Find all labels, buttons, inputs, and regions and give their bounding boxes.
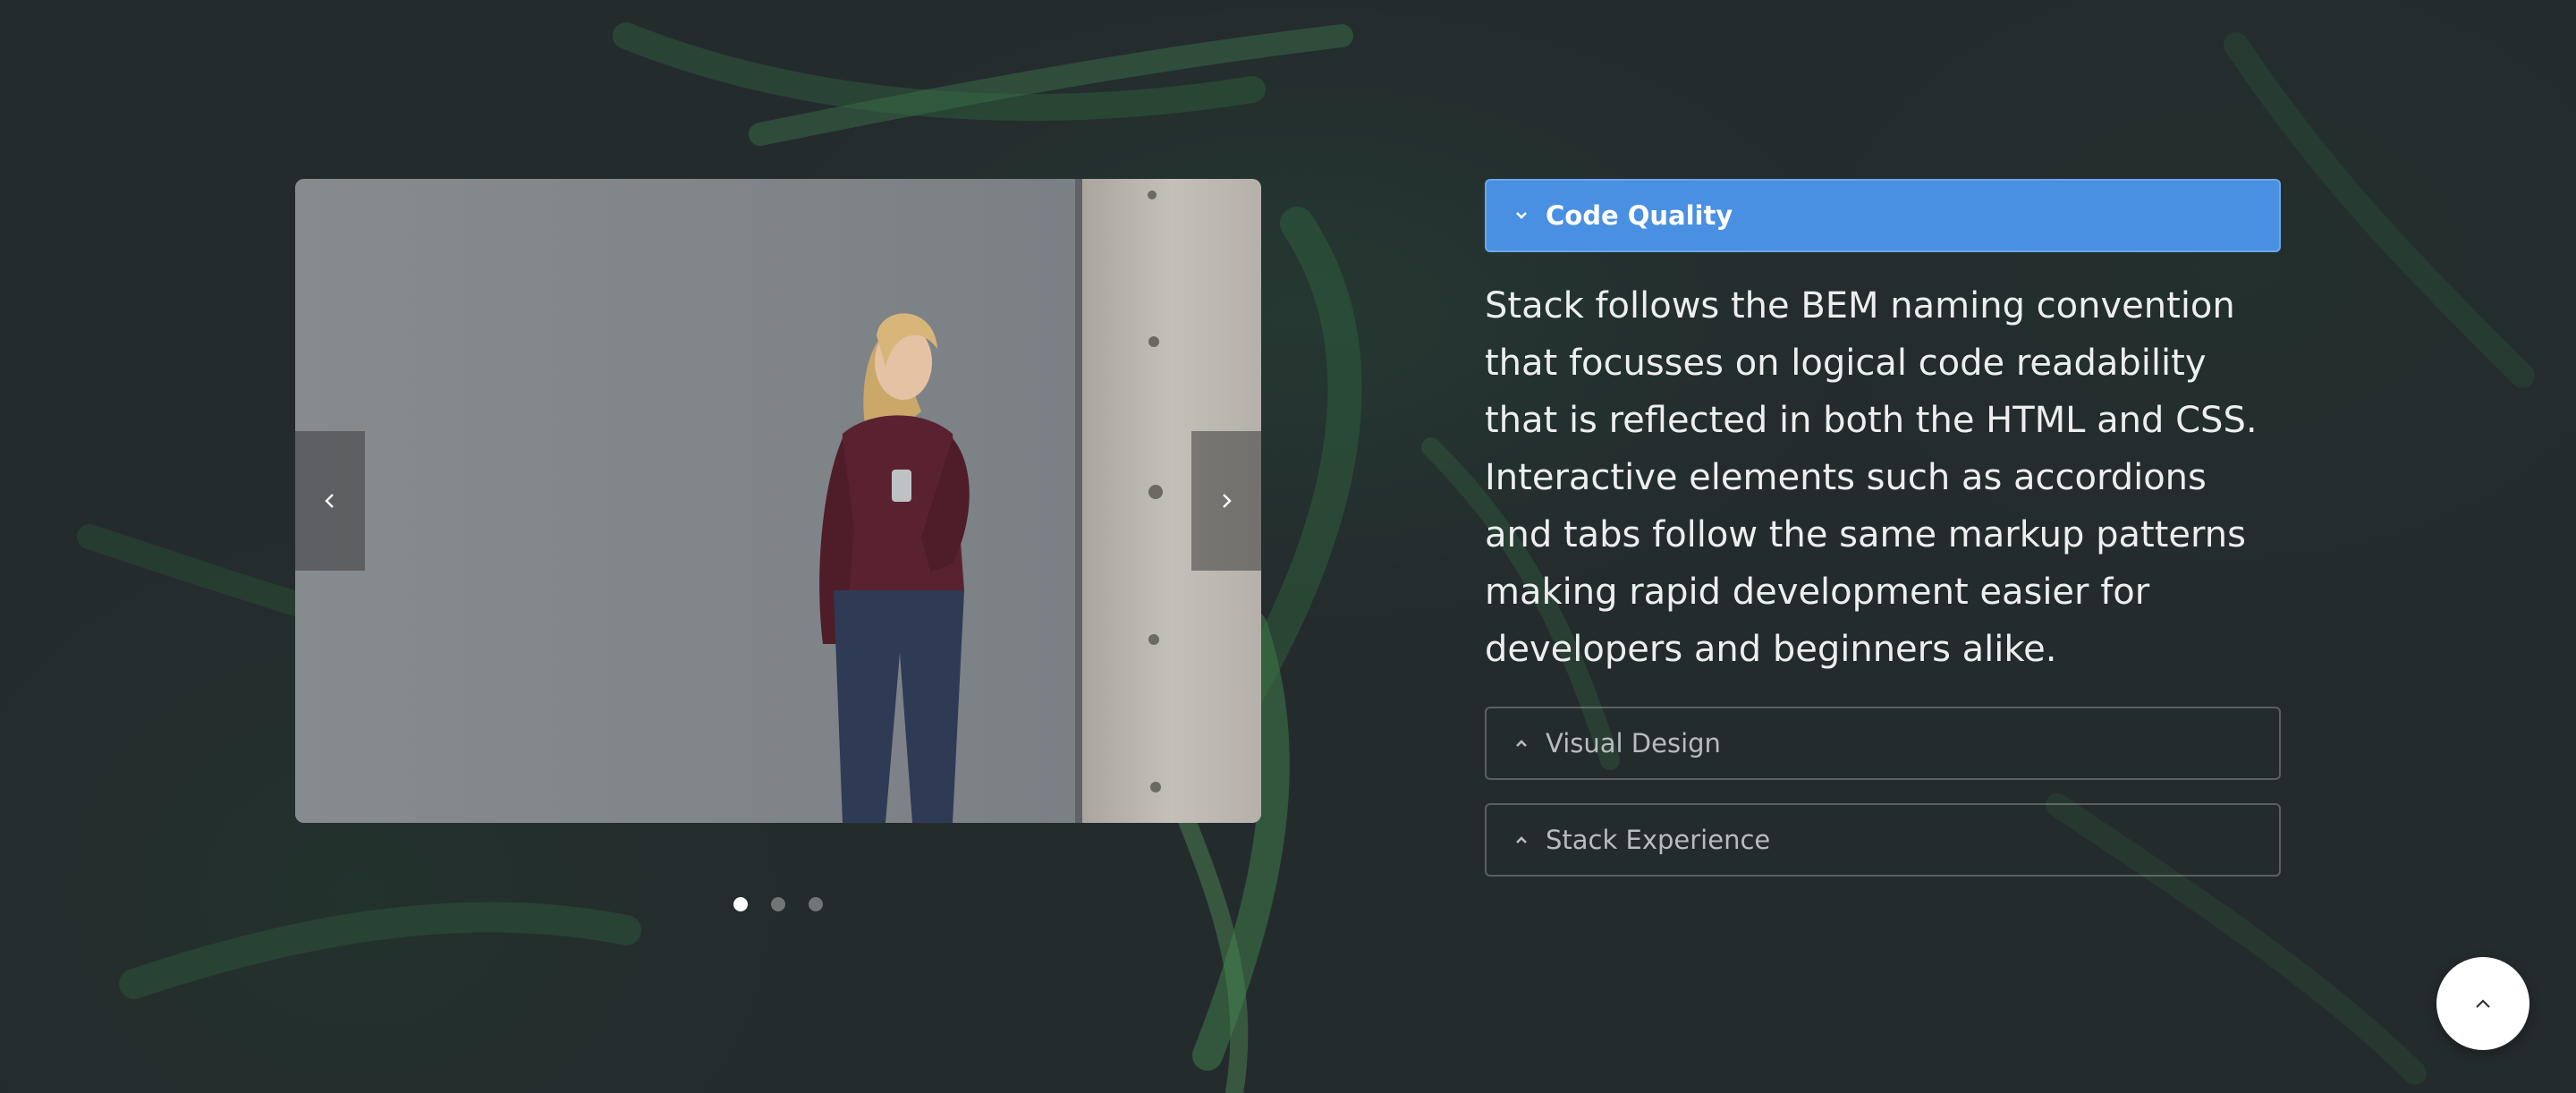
accordion-content: Stack follows the BEM naming convention … [1485, 285, 2258, 670]
slider-dot-2[interactable] [771, 897, 785, 911]
slider-dot-1[interactable] [733, 897, 748, 911]
chevron-up-icon [1510, 732, 1533, 755]
slider-dot-3[interactable] [809, 897, 823, 911]
accordion-item-visual-design: Visual Design [1485, 707, 2281, 780]
accordion-title-stack-experience[interactable]: Stack Experience [1485, 803, 2281, 877]
accordion: Code Quality Stack follows the BEM namin… [1485, 179, 2281, 900]
chevron-up-icon [1510, 828, 1533, 852]
chevron-right-icon [1223, 494, 1232, 508]
slider-prev-button[interactable] [295, 431, 365, 571]
accordion-title-visual-design[interactable]: Visual Design [1485, 707, 2281, 780]
image-slider[interactable] [295, 179, 1261, 823]
slider-pagination [733, 897, 823, 911]
accordion-title-label: Code Quality [1546, 200, 1733, 231]
chevron-up-icon [2476, 999, 2490, 1008]
slide-photo-woman [295, 179, 1261, 823]
accordion-title-label: Stack Experience [1546, 825, 1771, 855]
accordion-title-code-quality[interactable]: Code Quality [1485, 179, 2281, 252]
slider-next-button[interactable] [1191, 431, 1261, 571]
chevron-down-icon [1510, 204, 1533, 227]
accordion-title-label: Visual Design [1546, 728, 1721, 758]
chevron-left-icon [325, 494, 334, 508]
back-to-top-button[interactable] [2436, 957, 2529, 1050]
accordion-item-stack-experience: Stack Experience [1485, 803, 2281, 877]
accordion-item-code-quality: Code Quality Stack follows the BEM namin… [1485, 179, 2281, 707]
